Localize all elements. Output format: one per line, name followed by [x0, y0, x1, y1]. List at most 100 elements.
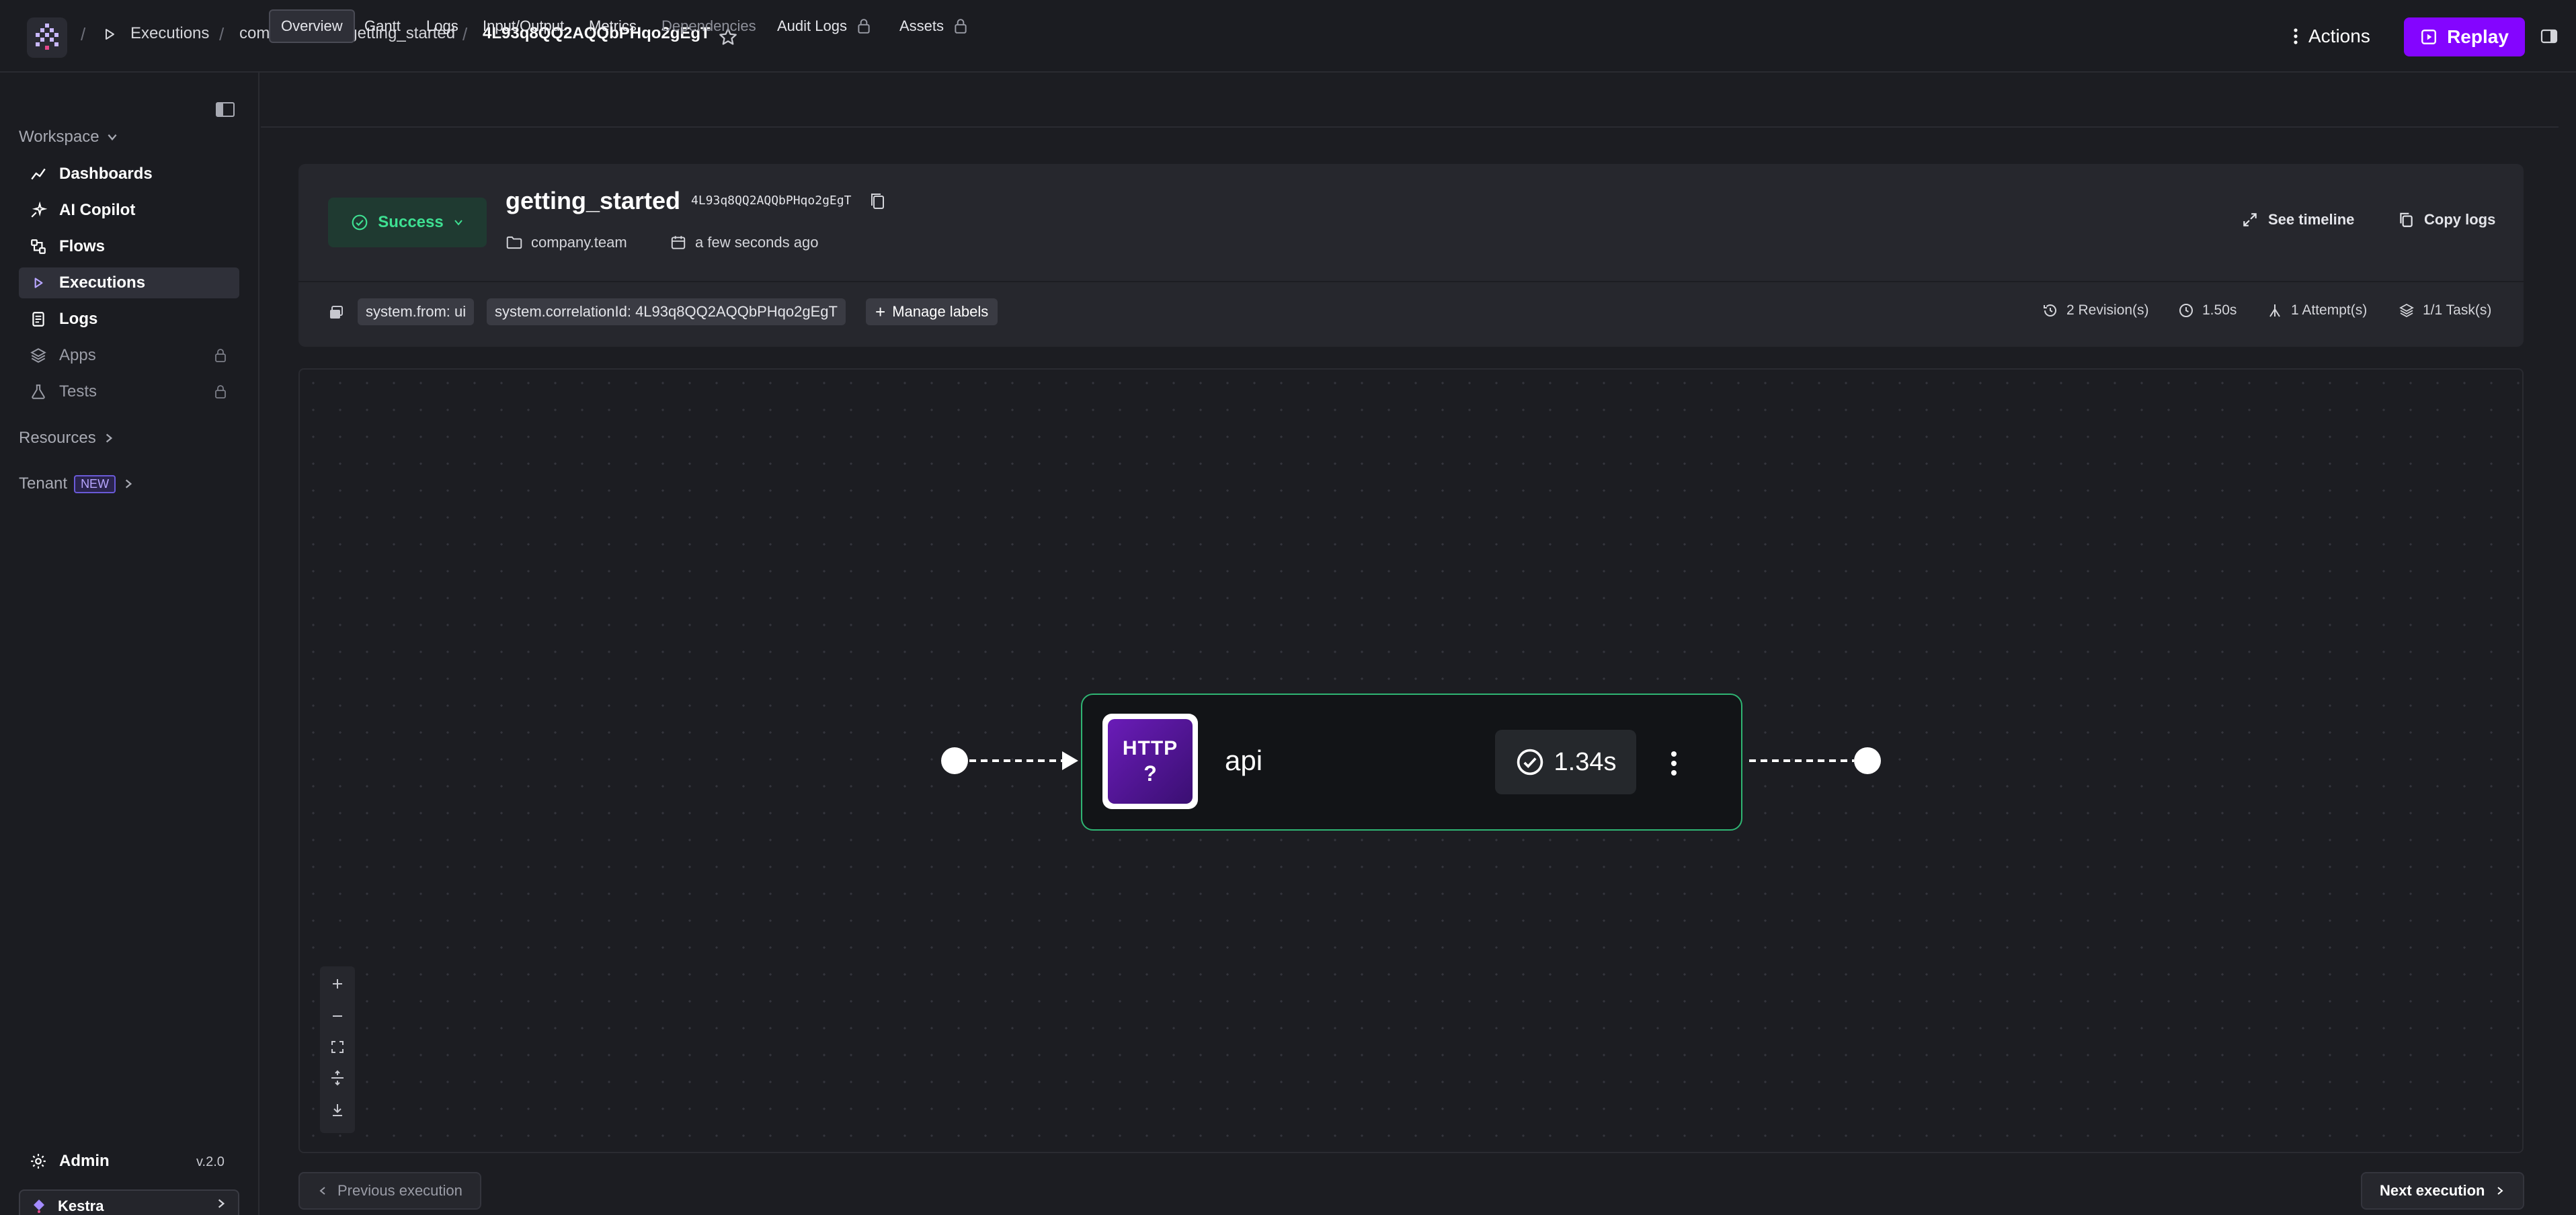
- copy-logs-label: Copy logs: [2424, 211, 2496, 228]
- tenant-section-toggle[interactable]: Tenant NEW: [19, 474, 134, 493]
- copy-logs-button[interactable]: Copy logs: [2397, 211, 2495, 228]
- toggle-orientation-icon[interactable]: [328, 1069, 347, 1087]
- tab-overview[interactable]: Overview: [269, 9, 355, 43]
- revisions-stat[interactable]: 2 Revision(s): [2042, 302, 2149, 319]
- zoom-controls: [320, 966, 355, 1133]
- resources-label: Resources: [19, 429, 96, 447]
- see-timeline-label: See timeline: [2268, 211, 2355, 228]
- kestra-logo-icon[interactable]: [27, 17, 67, 58]
- duration-label: 1.50s: [2202, 302, 2237, 318]
- tab-assets[interactable]: Assets: [889, 9, 979, 43]
- tab-label: Overview: [281, 17, 343, 34]
- sidebar-item-logs[interactable]: Logs: [19, 304, 239, 335]
- tab-gantt[interactable]: Gantt: [354, 9, 411, 43]
- lock-icon: [215, 385, 226, 399]
- namespace-link[interactable]: company.team: [506, 234, 627, 251]
- sidebar-collapse-icon[interactable]: [215, 101, 235, 118]
- sidebar-item-executions[interactable]: Executions: [19, 267, 239, 298]
- tab-logs[interactable]: Logs: [415, 9, 469, 43]
- tab-dependencies[interactable]: Dependencies: [651, 9, 767, 43]
- zoom-in-icon[interactable]: [328, 974, 347, 993]
- sidebar-item-label: Logs: [59, 310, 98, 328]
- chevron-right-icon: [125, 479, 132, 489]
- tasks-label: 1/1 Task(s): [2423, 302, 2492, 318]
- sidebar-item-ai-copilot[interactable]: AI Copilot: [19, 195, 239, 226]
- labels-icon: [328, 304, 346, 321]
- copy-icon: [2400, 212, 2413, 227]
- next-execution-label: Next execution: [2380, 1182, 2485, 1199]
- sidebar-item-tests[interactable]: Tests: [19, 376, 239, 407]
- tab-label: Logs: [426, 17, 458, 34]
- sidebar-item-label: Flows: [59, 237, 106, 255]
- plus-icon: +: [875, 301, 886, 322]
- previous-execution-button[interactable]: Previous execution: [298, 1172, 481, 1210]
- task-more-icon[interactable]: [1664, 749, 1683, 778]
- breadcrumb-executions[interactable]: Executions: [130, 24, 209, 43]
- http-task-icon: HTTP ?: [1102, 714, 1198, 809]
- next-execution-button[interactable]: Next execution: [2361, 1172, 2524, 1210]
- sidebar-item-label: Tests: [59, 382, 97, 401]
- fit-view-icon[interactable]: [328, 1038, 347, 1056]
- tenant-switcher[interactable]: Kestra: [19, 1189, 239, 1215]
- tenant-name: Kestra: [58, 1198, 104, 1214]
- layers-icon: [2399, 303, 2414, 318]
- clock-icon: [2179, 304, 2193, 317]
- task-duration-chip[interactable]: 1.34s: [1495, 730, 1636, 794]
- tab-metrics[interactable]: Metrics: [578, 9, 647, 43]
- manage-labels-button[interactable]: + Manage labels: [866, 298, 998, 325]
- duration-stat: 1.50s: [2178, 302, 2237, 319]
- start-date-label: a few seconds ago: [695, 234, 819, 251]
- workspace-section-toggle[interactable]: Workspace: [19, 128, 118, 146]
- calendar-icon: [671, 236, 686, 249]
- admin-label: Admin: [59, 1152, 110, 1170]
- end-node[interactable]: [1854, 747, 1881, 774]
- play-icon: [104, 28, 116, 40]
- play-icon: [34, 278, 43, 288]
- replay-icon: [2421, 30, 2437, 44]
- resources-section-toggle[interactable]: Resources: [19, 429, 115, 448]
- status-dropdown-button[interactable]: Success: [328, 198, 487, 247]
- copy-icon[interactable]: [869, 191, 887, 212]
- folder-icon: [506, 236, 522, 249]
- more-vertical-icon: [2294, 28, 2298, 44]
- chevron-right-icon: [2497, 1187, 2503, 1195]
- history-icon: [2044, 304, 2056, 317]
- chevron-right-icon: [106, 433, 112, 443]
- sidebar-item-apps[interactable]: Apps: [19, 340, 239, 371]
- tab-label: Dependencies: [661, 17, 756, 34]
- chevron-down-icon: [454, 220, 462, 226]
- tab-label: Input/Output: [483, 17, 565, 34]
- status-label: Success: [378, 213, 444, 231]
- manage-labels-label: Manage labels: [892, 303, 989, 320]
- document-icon: [32, 312, 44, 327]
- actions-menu-button[interactable]: Actions: [2292, 23, 2370, 50]
- zoom-out-icon[interactable]: [328, 1007, 347, 1025]
- chart-line-icon: [31, 168, 46, 180]
- fork-icon: [2269, 304, 2280, 317]
- sparkle-icon: [31, 202, 47, 218]
- tab-input-output[interactable]: Input/Output: [472, 9, 575, 43]
- tab-bar: [261, 74, 2559, 128]
- tab-audit-logs[interactable]: Audit Logs: [766, 9, 882, 43]
- sidebar-item-dashboards[interactable]: Dashboards: [19, 159, 239, 190]
- sidebar-item-flows[interactable]: Flows: [19, 231, 239, 262]
- execution-label-chip: system.from: ui: [358, 298, 475, 325]
- download-icon[interactable]: [328, 1101, 347, 1120]
- tenant-label: Tenant: [19, 474, 68, 493]
- tab-label: Assets: [899, 17, 944, 34]
- sidebar-item-label: Executions: [59, 274, 146, 292]
- version-label: v.2.0: [196, 1155, 225, 1169]
- previous-execution-label: Previous execution: [337, 1182, 462, 1199]
- sidebar-item-label: AI Copilot: [59, 201, 136, 219]
- side-panel-toggle-icon[interactable]: [2540, 27, 2559, 46]
- namespace-label: company.team: [531, 234, 627, 251]
- task-name: api: [1225, 745, 1263, 776]
- revisions-label: 2 Revision(s): [2066, 302, 2149, 318]
- new-badge: NEW: [74, 474, 116, 493]
- start-node[interactable]: [941, 747, 968, 774]
- replay-button[interactable]: Replay: [2404, 17, 2525, 56]
- see-timeline-button[interactable]: See timeline: [2241, 211, 2354, 228]
- breadcrumb-separator: /: [81, 24, 86, 44]
- tab-label: Audit Logs: [777, 17, 847, 34]
- execution-id: 4L93q8QQ2AQQbPHqo2gEgT: [691, 194, 852, 208]
